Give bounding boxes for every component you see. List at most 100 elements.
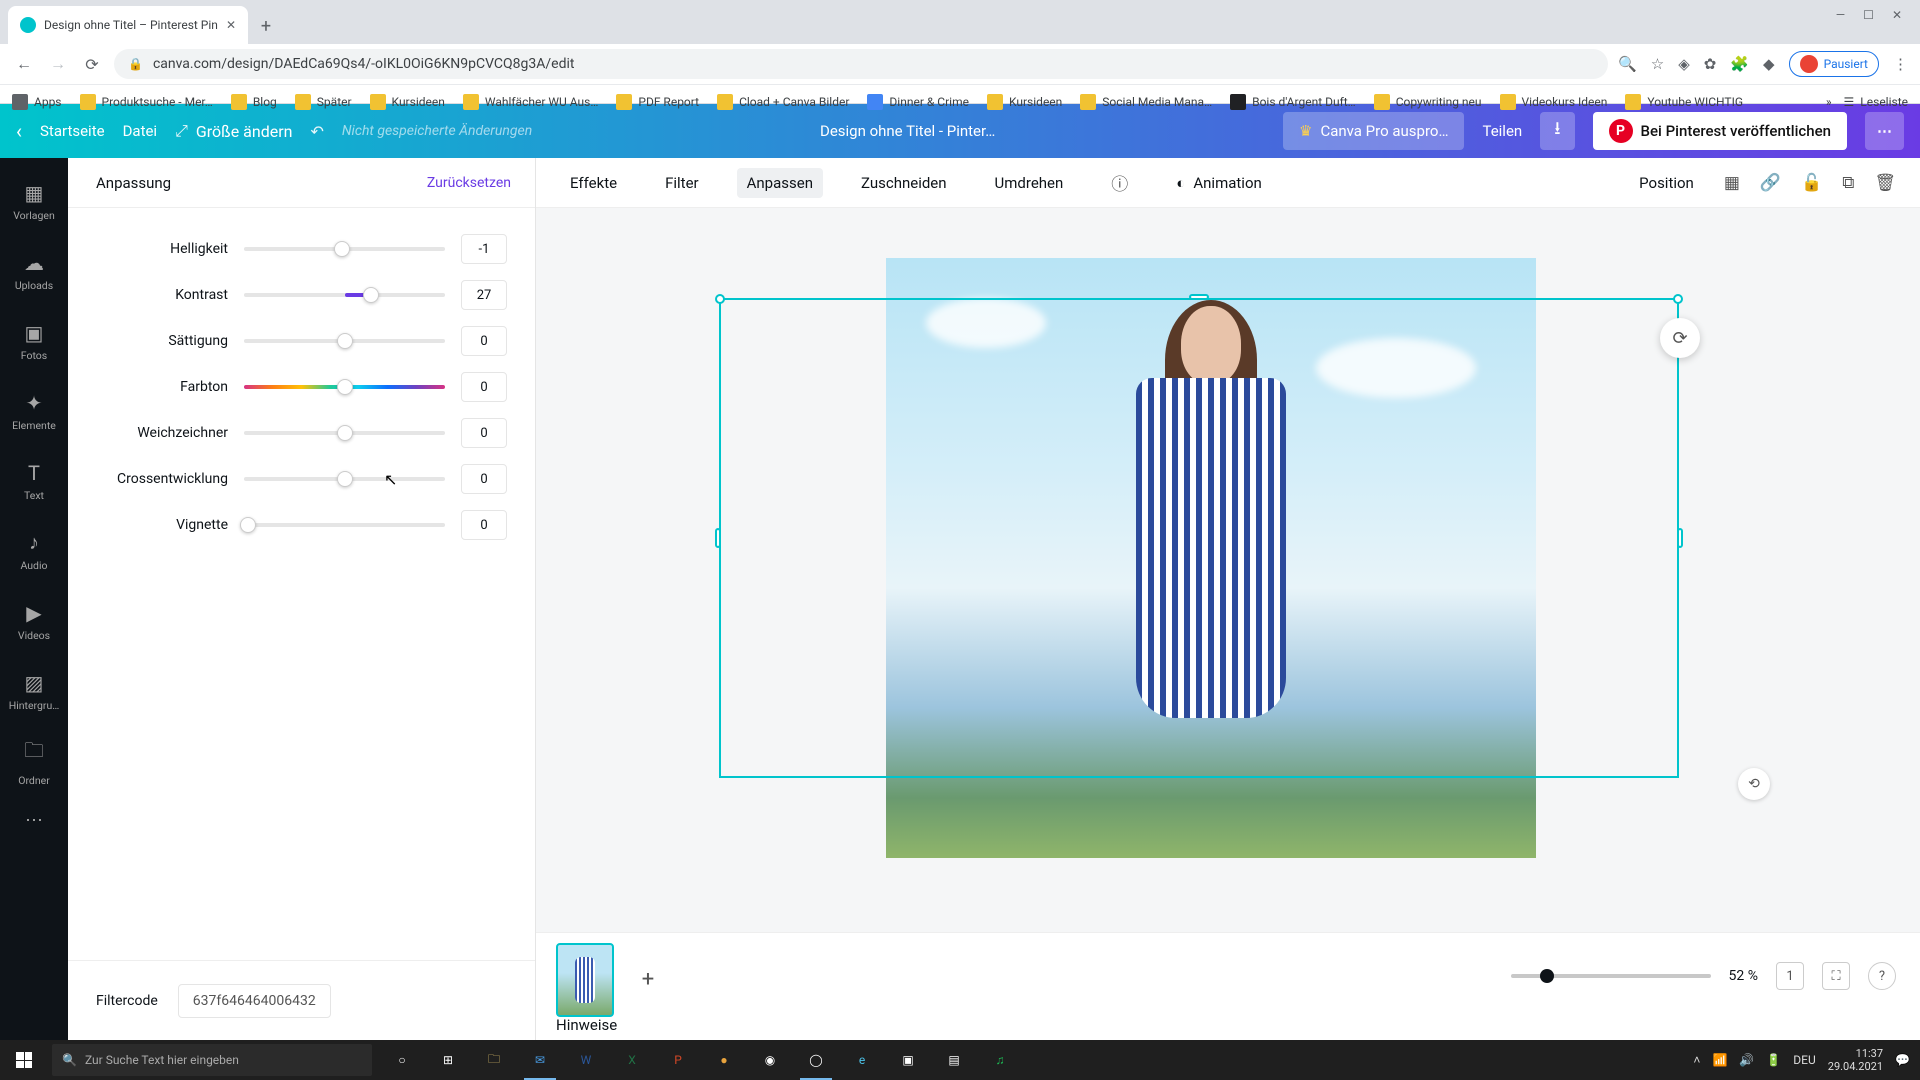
- tb-obs[interactable]: ◉: [748, 1040, 792, 1080]
- position-button[interactable]: Position: [1629, 168, 1704, 198]
- maximize-icon[interactable]: ☐: [1863, 8, 1874, 22]
- slider-value[interactable]: 0: [461, 418, 507, 448]
- slider-track[interactable]: [244, 331, 445, 351]
- slider-value[interactable]: 27: [461, 280, 507, 310]
- ctx-effects[interactable]: Effekte: [560, 168, 627, 198]
- rotate-handle[interactable]: ⟲: [1738, 768, 1770, 800]
- tab-close-icon[interactable]: ✕: [226, 18, 236, 32]
- bookmark-item[interactable]: Dinner & Crime: [867, 94, 969, 110]
- slider-track[interactable]: [244, 285, 445, 305]
- ctx-adjust[interactable]: Anpassen: [737, 168, 823, 198]
- rail-uploads[interactable]: ☁Uploads: [0, 238, 68, 304]
- fullscreen-icon[interactable]: ⛶: [1822, 962, 1850, 990]
- new-tab-button[interactable]: +: [252, 12, 280, 40]
- tb-app1[interactable]: ●: [702, 1040, 746, 1080]
- resize-button[interactable]: ⤢Größe ändern: [175, 121, 292, 141]
- resize-handle[interactable]: [1677, 528, 1683, 548]
- tray-notifications-icon[interactable]: 💬: [1895, 1053, 1910, 1067]
- home-link[interactable]: Startseite: [40, 122, 105, 140]
- selection-frame[interactable]: [719, 298, 1679, 778]
- slider-track[interactable]: [244, 423, 445, 443]
- rail-photos[interactable]: ▣Fotos: [0, 308, 68, 374]
- bookmark-item[interactable]: Videokurs Ideen: [1500, 94, 1608, 110]
- undo-icon[interactable]: ↶: [310, 122, 323, 141]
- help-icon[interactable]: ?: [1868, 962, 1896, 990]
- slider-thumb[interactable]: [337, 333, 353, 349]
- bookmark-item[interactable]: Später: [295, 94, 352, 110]
- pinterest-publish-button[interactable]: PBei Pinterest veröffentlichen: [1593, 112, 1847, 150]
- document-title[interactable]: Design ohne Titel - Pinter…: [820, 122, 995, 140]
- readlist-button[interactable]: ☰Leseliste: [1844, 95, 1908, 109]
- tb-spotify[interactable]: ♫: [978, 1040, 1022, 1080]
- rail-background[interactable]: ▨Hintergru…: [0, 658, 68, 724]
- slider-thumb[interactable]: [337, 425, 353, 441]
- notes-button[interactable]: Hinweise: [556, 1016, 617, 1034]
- ext2-icon[interactable]: ✿: [1704, 55, 1717, 73]
- browser-tab[interactable]: Design ohne Titel – Pinterest Pin ✕: [8, 6, 248, 44]
- puzzle-icon[interactable]: 🧩: [1730, 55, 1749, 73]
- kebab-icon[interactable]: ⋮: [1893, 55, 1908, 73]
- tb-mail[interactable]: ✉: [518, 1040, 562, 1080]
- slider-thumb[interactable]: [240, 517, 256, 533]
- bookmark-item[interactable]: Bois d'Argent Duft…: [1230, 94, 1356, 110]
- tb-cortana[interactable]: ○: [380, 1040, 424, 1080]
- slider-value[interactable]: 0: [461, 372, 507, 402]
- rail-templates[interactable]: ▦Vorlagen: [0, 168, 68, 234]
- tb-app3[interactable]: ▤: [932, 1040, 976, 1080]
- taskbar-search[interactable]: 🔍 Zur Suche Text hier eingeben: [52, 1044, 372, 1076]
- bookmarks-overflow-icon[interactable]: »: [1826, 95, 1832, 109]
- refresh-image-button[interactable]: ⟳: [1660, 318, 1700, 358]
- tb-explorer[interactable]: 🗀: [472, 1040, 516, 1080]
- ctx-filter[interactable]: Filter: [655, 168, 709, 198]
- transparency-icon[interactable]: ▦: [1724, 173, 1740, 193]
- slider-value[interactable]: 0: [461, 510, 507, 540]
- slider-thumb[interactable]: [363, 287, 379, 303]
- bookmark-item[interactable]: Youtube WICHTIG: [1625, 94, 1743, 110]
- reset-button[interactable]: Zurücksetzen: [427, 175, 511, 191]
- slider-track[interactable]: [244, 469, 445, 489]
- file-menu[interactable]: Datei: [123, 122, 158, 140]
- star-icon[interactable]: ☆: [1651, 55, 1664, 73]
- profile-paused-pill[interactable]: Pausiert: [1789, 51, 1879, 77]
- bookmark-item[interactable]: Social Media Mana…: [1080, 94, 1212, 110]
- slider-thumb[interactable]: [334, 241, 350, 257]
- tb-taskview[interactable]: ⊞: [426, 1040, 470, 1080]
- bookmark-item[interactable]: PDF Report: [616, 94, 699, 110]
- close-window-icon[interactable]: ✕: [1892, 8, 1902, 22]
- zoom-slider[interactable]: [1511, 974, 1711, 978]
- rail-more[interactable]: ⋯: [0, 798, 68, 842]
- apps-shortcut[interactable]: Apps: [12, 94, 62, 110]
- rail-videos[interactable]: ▶Videos: [0, 588, 68, 654]
- bookmark-item[interactable]: Produktsuche - Mer…: [80, 94, 213, 110]
- bookmark-item[interactable]: Kursideen: [370, 94, 445, 110]
- rail-elements[interactable]: ✦Elemente: [0, 378, 68, 444]
- minimize-icon[interactable]: —: [1836, 8, 1845, 22]
- slider-value[interactable]: 0: [461, 464, 507, 494]
- rail-text[interactable]: TText: [0, 448, 68, 514]
- ext1-icon[interactable]: ◈: [1678, 55, 1690, 73]
- bookmark-item[interactable]: Kursideen: [987, 94, 1062, 110]
- more-button[interactable]: ⋯: [1865, 112, 1904, 150]
- url-field[interactable]: 🔒 canva.com/design/DAEdCa69Qs4/-oIKL0OiG…: [114, 49, 1608, 79]
- bookmark-item[interactable]: Blog: [231, 94, 277, 110]
- tb-word[interactable]: W: [564, 1040, 608, 1080]
- tb-edge[interactable]: e: [840, 1040, 884, 1080]
- slider-track[interactable]: [244, 239, 445, 259]
- tb-powerpoint[interactable]: P: [656, 1040, 700, 1080]
- tray-chevron-icon[interactable]: ˄: [1693, 1053, 1700, 1067]
- tray-volume-icon[interactable]: 🔊: [1739, 1053, 1754, 1067]
- bookmark-item[interactable]: Wahlfächer WU Aus…: [463, 94, 599, 110]
- start-button[interactable]: [0, 1040, 48, 1080]
- bookmark-item[interactable]: Copywriting neu: [1374, 94, 1482, 110]
- resize-handle[interactable]: [715, 528, 721, 548]
- resize-handle[interactable]: [1189, 294, 1209, 300]
- tray-battery-icon[interactable]: 🔋: [1766, 1053, 1781, 1067]
- download-button[interactable]: ⭳: [1540, 112, 1574, 150]
- ctx-crop[interactable]: Zuschneiden: [851, 168, 957, 198]
- ctx-flip[interactable]: Umdrehen: [985, 168, 1074, 198]
- info-icon[interactable]: ⓘ: [1101, 164, 1138, 201]
- tb-app2[interactable]: ▣: [886, 1040, 930, 1080]
- duplicate-icon[interactable]: ⧉: [1842, 173, 1854, 193]
- tray-lang[interactable]: DEU: [1793, 1053, 1815, 1067]
- reload-icon[interactable]: ⟳: [80, 55, 104, 74]
